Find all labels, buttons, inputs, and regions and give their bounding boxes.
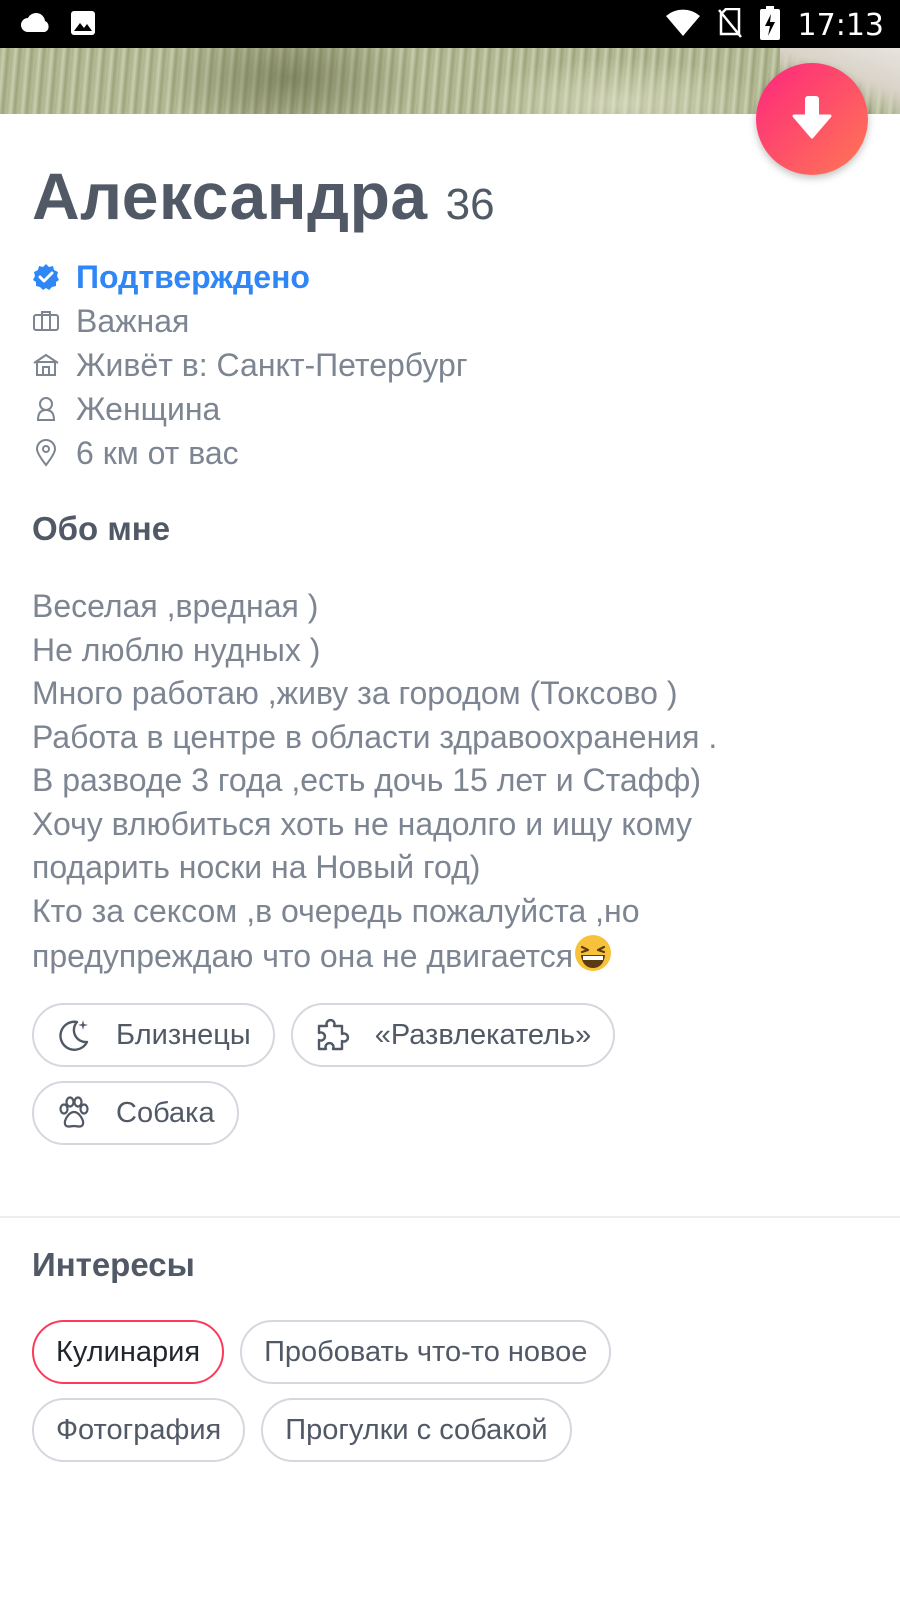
grinning-squinting-face-emoji-icon: [573, 933, 613, 973]
puzzle-icon: [313, 1015, 353, 1055]
about-title: Обо мне: [32, 510, 171, 547]
no-sim-icon: [717, 7, 742, 43]
bio-line: Не люблю нудных ): [32, 631, 321, 668]
interest-label: Фотография: [56, 1413, 222, 1446]
arrow-down-icon: [792, 94, 832, 145]
interests-title: Интересы: [32, 1246, 195, 1283]
bio-line-last: предупреждаю что она не двигается: [32, 933, 872, 979]
wifi-icon: [665, 9, 700, 42]
gender-row: Женщина: [32, 387, 468, 431]
lives-in-text: Живёт в: Санкт-Петербург: [76, 346, 468, 383]
interest-chip-dog-walks[interactable]: Прогулки с собакой: [261, 1398, 572, 1462]
profile-name: Александра: [32, 159, 428, 233]
section-divider: [0, 1216, 900, 1218]
interest-chip-photography[interactable]: Фотография: [32, 1398, 246, 1462]
interest-label: Пробовать что-то новое: [264, 1335, 588, 1368]
profile-info-list: Подтверждено Важная Живёт в: Санкт-Петер…: [32, 255, 468, 475]
house-icon: [32, 351, 60, 379]
verified-badge-icon: [32, 263, 60, 291]
collapse-profile-button[interactable]: [756, 63, 868, 175]
gender-text: Женщина: [76, 390, 221, 427]
bio-line: Много работаю ,живу за городом (Токсово …: [32, 675, 678, 711]
job-row: Важная: [32, 299, 468, 343]
bio-line: В разводе 3 года ,есть дочь 15 лет и Ста…: [32, 762, 701, 798]
pets-chip[interactable]: Собака: [32, 1081, 239, 1145]
about-text: Веселая ,вредная ) Не люблю нудных ) Мно…: [32, 585, 872, 979]
verified-label: Подтверждено: [76, 258, 310, 295]
bio-line: Хочу влюбиться хоть не надолго и ищу ком…: [32, 805, 692, 842]
status-right-icons: 17:13: [665, 6, 884, 45]
bio-line: Кто за сексом ,в очередь пожалуйста ,но: [32, 892, 640, 929]
lifestyle-chips-row-2: Собака: [32, 1081, 239, 1145]
interest-label: Прогулки с собакой: [285, 1413, 548, 1446]
status-bar: 17:13: [0, 0, 900, 48]
personality-label: «Развлекатель»: [374, 1018, 592, 1051]
cloud-icon: [20, 10, 52, 41]
paw-icon: [54, 1093, 94, 1133]
interest-chip-cooking[interactable]: Кулинария: [32, 1320, 225, 1384]
interest-label: Кулинария: [56, 1335, 201, 1368]
personality-chip[interactable]: «Развлекатель»: [290, 1003, 616, 1067]
job-text: Важная: [76, 302, 190, 339]
battery-charging-icon: [759, 6, 780, 45]
person-icon: [32, 395, 60, 423]
distance-text: 6 км от вас: [76, 434, 239, 471]
image-icon: [70, 10, 96, 41]
bio-line: подарить носки на Новый год): [32, 849, 481, 885]
interests-row-1: Кулинария Пробовать что-то новое: [32, 1320, 612, 1384]
briefcase-icon: [32, 307, 60, 335]
pets-label: Собака: [116, 1096, 215, 1129]
bio-line-text: предупреждаю что она не двигается: [32, 938, 574, 974]
interest-chip-try-new[interactable]: Пробовать что-то новое: [240, 1320, 612, 1384]
verified-row[interactable]: Подтверждено: [32, 255, 468, 299]
location-pin-icon: [32, 439, 60, 467]
moon-stars-icon: [54, 1015, 94, 1055]
zodiac-chip[interactable]: Близнецы: [32, 1003, 275, 1067]
interests-row-2: Фотография Прогулки с собакой: [32, 1398, 572, 1462]
zodiac-label: Близнецы: [116, 1018, 251, 1051]
bio-line: Работа в центре в области здравоохранени…: [32, 718, 718, 755]
status-time: 17:13: [797, 7, 884, 43]
distance-row: 6 км от вас: [32, 431, 468, 475]
profile-header: Александра 36: [32, 158, 495, 234]
bio-line: Веселая ,вредная ): [32, 588, 319, 624]
profile-age: 36: [445, 180, 495, 229]
status-left-icons: [20, 10, 96, 41]
lifestyle-chips-row-1: Близнецы «Развлекатель»: [32, 1003, 616, 1067]
lives-in-row: Живёт в: Санкт-Петербург: [32, 343, 468, 387]
